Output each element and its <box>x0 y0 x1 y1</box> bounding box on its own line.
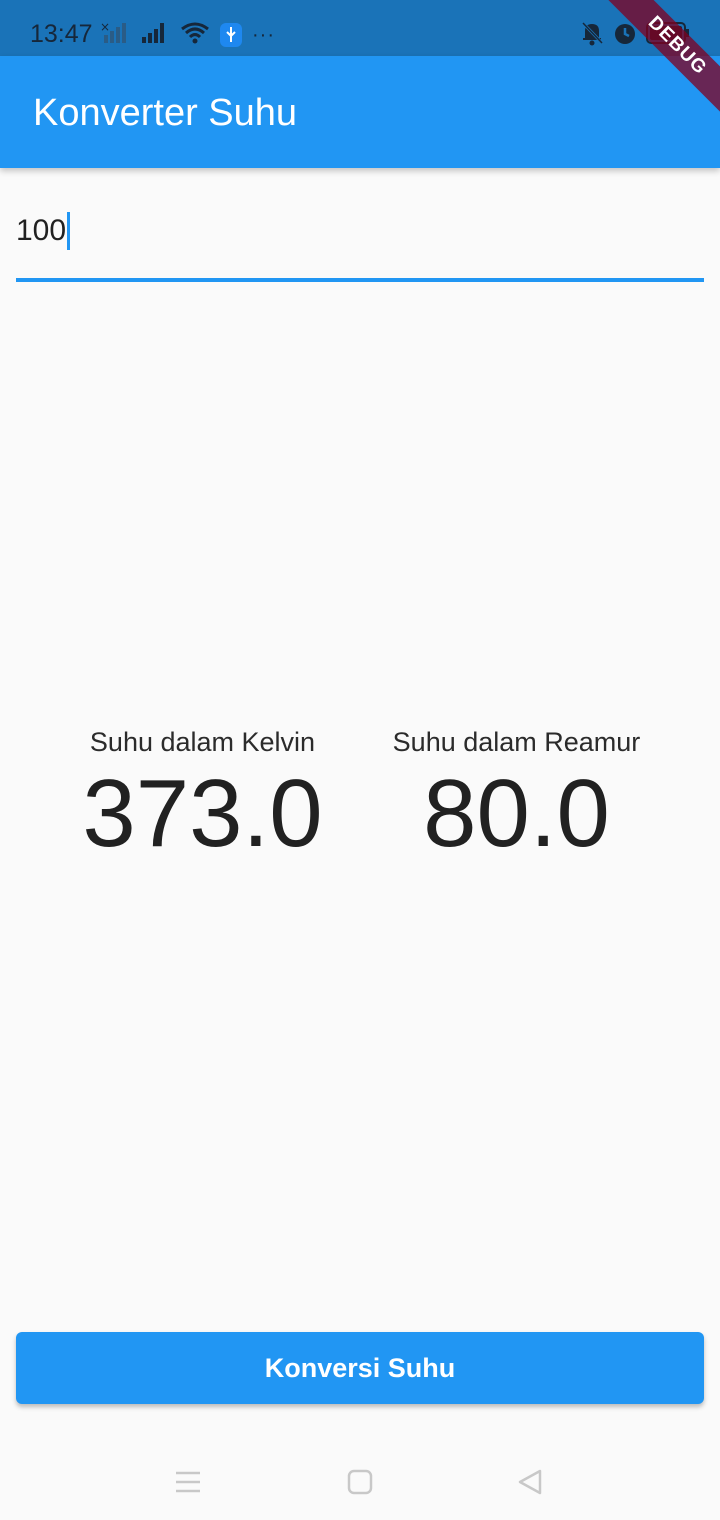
home-icon[interactable] <box>340 1462 380 1502</box>
reamur-value: 80.0 <box>423 760 610 867</box>
text-cursor <box>67 212 71 250</box>
app-title: Konverter Suhu <box>33 92 298 134</box>
mute-icon <box>580 20 604 51</box>
signal-no-data-icon: × <box>100 20 130 50</box>
wifi-icon <box>180 21 210 50</box>
status-bar: 13:47 × ··· <box>0 0 720 56</box>
more-icon: ··· <box>252 23 275 46</box>
temperature-input[interactable]: 100 <box>16 212 71 250</box>
signal-icon <box>140 21 170 50</box>
kelvin-value: 373.0 <box>82 760 323 867</box>
temperature-input-field[interactable]: 100 <box>16 200 704 282</box>
reamur-result: Suhu dalam Reamur 80.0 <box>380 720 653 864</box>
kelvin-result: Suhu dalam Kelvin 373.0 <box>70 720 335 864</box>
usb-icon <box>220 23 242 47</box>
convert-button[interactable]: Konversi Suhu <box>16 1332 704 1404</box>
navigation-bar <box>0 1440 720 1520</box>
status-time: 13:47 <box>30 20 93 48</box>
back-icon[interactable] <box>510 1462 550 1502</box>
status-icons-left: × ··· <box>100 20 275 50</box>
menu-icon[interactable] <box>168 1462 208 1502</box>
app-bar: Konverter Suhu <box>0 56 720 168</box>
kelvin-label: Suhu dalam Kelvin <box>89 727 316 757</box>
temperature-input-value: 100 <box>16 214 67 247</box>
svg-text:×: × <box>100 21 110 34</box>
results-row: Suhu dalam Kelvin 373.0 Suhu dalam Reamu… <box>0 720 720 880</box>
reamur-label: Suhu dalam Reamur <box>392 727 641 757</box>
